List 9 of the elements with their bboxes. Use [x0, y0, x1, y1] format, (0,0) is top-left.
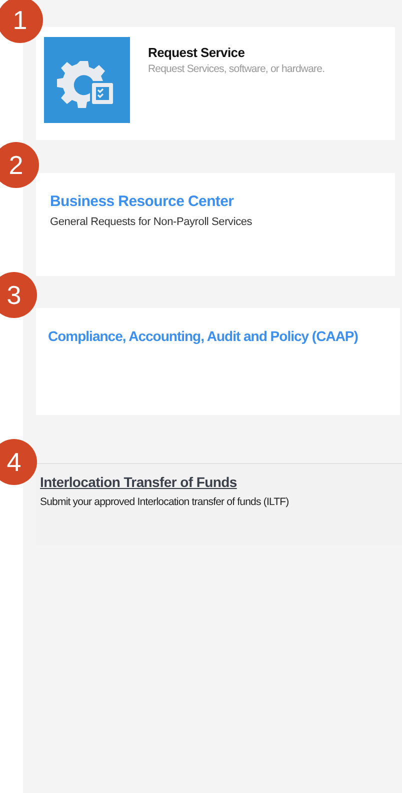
card-title[interactable]: Interlocation Transfer of Funds	[40, 474, 289, 490]
card-description: General Requests for Non-Payroll Services	[50, 216, 252, 228]
service-card[interactable]: Request Service Request Services, software, or hardware.	[36, 27, 395, 140]
card-title: Request Service	[148, 45, 246, 60]
gear-checklist-icon	[44, 37, 130, 123]
card-description: Submit your approved Interlocation transfer of funds (ILTF)	[40, 496, 289, 508]
service-card[interactable]: Business Resource Center General Requests for Non-Payroll Services	[36, 173, 395, 276]
callout-badge: 1	[0, 0, 43, 43]
card-description: Request Services, software, or hardware.	[148, 63, 325, 75]
